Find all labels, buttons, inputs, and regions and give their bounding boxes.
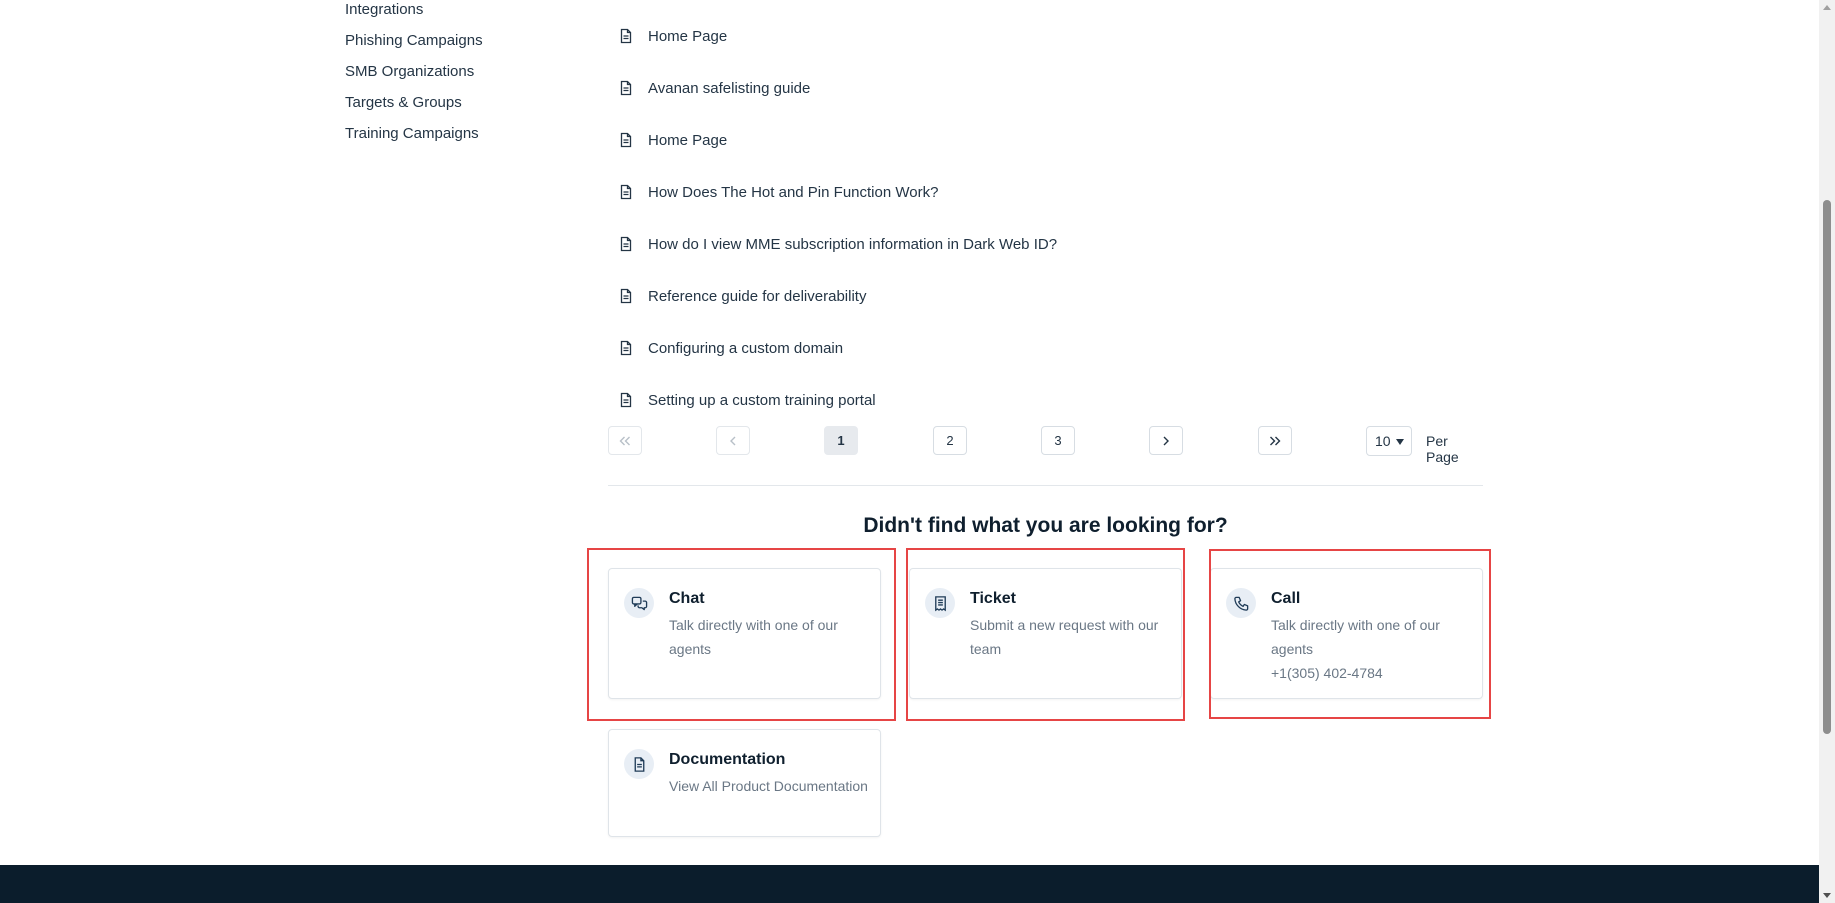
prev-page-button[interactable] [716,426,750,455]
document-icon [620,340,632,356]
chat-card-highlight [587,548,896,721]
scroll-down-icon[interactable] [1823,893,1831,898]
per-page-label: Per Page [1426,433,1459,465]
documentation-description: View All Product Documentation [669,778,868,794]
scrollbar-thumb[interactable] [1823,200,1831,734]
list-item[interactable]: Configuring a custom domain [618,322,1478,374]
double-chevron-right-icon [1270,436,1281,445]
page-2-button[interactable]: 2 [933,426,967,455]
document-icon [624,749,654,779]
sidebar-item-phishing-campaigns[interactable]: Phishing Campaigns [345,25,585,56]
last-page-button[interactable] [1258,426,1292,455]
list-item[interactable]: How Does The Hot and Pin Function Work? [618,166,1478,218]
card-content: Documentation View All Product Documenta… [669,750,868,798]
list-item[interactable]: Setting up a custom training portal [618,374,1478,426]
sidebar-item-smb-organizations[interactable]: SMB Organizations [345,56,585,87]
page-3-button[interactable]: 3 [1041,426,1075,455]
article-title: Reference guide for deliverability [648,287,867,305]
list-item[interactable]: Home Page [618,114,1478,166]
first-page-button[interactable] [608,426,642,455]
article-title: Configuring a custom domain [648,339,844,357]
caret-down-icon [1396,439,1404,445]
vertical-scrollbar[interactable] [1819,0,1835,903]
scroll-up-icon[interactable] [1823,5,1831,10]
article-title: How do I view MME subscription informati… [648,235,1058,253]
per-page-select[interactable]: 10 [1366,426,1412,456]
documentation-card[interactable]: Documentation View All Product Documenta… [608,729,881,837]
double-chevron-left-icon [619,436,630,445]
per-page-value: 10 [1375,433,1391,449]
chevron-right-icon [1163,436,1169,445]
list-item[interactable]: Reference guide for deliverability [618,270,1478,322]
ticket-card-highlight [906,548,1185,721]
document-icon [620,132,632,148]
article-title: Home Page [648,27,728,45]
article-title: How Does The Hot and Pin Function Work? [648,183,939,201]
article-title: Home Page [648,131,728,149]
article-title: Setting up a custom training portal [648,391,876,409]
call-card-highlight [1209,549,1491,719]
help-heading: Didn't find what you are looking for? [863,514,1228,537]
list-item[interactable]: Avanan safelisting guide [618,62,1478,114]
next-page-button[interactable] [1149,426,1183,455]
list-item[interactable]: How do I view MME subscription informati… [618,218,1478,270]
article-list: Home Page Avanan safelisting guide Home … [618,10,1478,426]
footer [0,865,1819,903]
page-1-button[interactable]: 1 [824,426,858,455]
article-title: Avanan safelisting guide [648,79,811,97]
documentation-title: Documentation [669,751,786,768]
pagination: 1 2 3 10 Per Page [608,426,1483,465]
document-icon [620,236,632,252]
sidebar-item-integrations[interactable]: Integrations [345,0,585,25]
divider [608,485,1483,486]
document-icon [620,392,632,408]
document-icon [620,184,632,200]
sidebar-item-targets-groups[interactable]: Targets & Groups [345,87,585,118]
document-icon [620,28,632,44]
page: Integrations Phishing Campaigns SMB Orga… [0,0,1835,903]
sidebar-item-training-campaigns[interactable]: Training Campaigns [345,118,585,149]
sidebar-nav: Integrations Phishing Campaigns SMB Orga… [345,0,585,149]
chevron-left-icon [730,436,736,445]
document-icon [620,288,632,304]
list-item[interactable]: Home Page [618,10,1478,62]
document-icon [620,80,632,96]
